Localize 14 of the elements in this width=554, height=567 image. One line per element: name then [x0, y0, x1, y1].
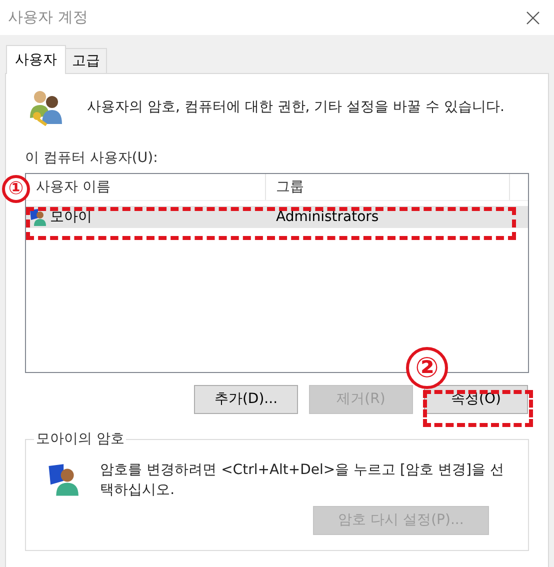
table-cell-text: Administrators: [275, 208, 379, 226]
tab[interactable]: 고급: [66, 48, 107, 73]
step-number: ①: [2, 175, 30, 203]
close-icon[interactable]: [526, 10, 540, 24]
user-computer-icon: [28, 207, 48, 227]
window-title: 사용자 계정: [8, 7, 88, 28]
column-header[interactable]: 그룹: [266, 174, 510, 200]
table-cell-text: 모아이: [50, 208, 92, 226]
password-message: 암호를 변경하려면 <Ctrl+Alt+Del>을 누르고 [암호 변경]을 선택하십시오.: [100, 461, 505, 500]
users-key-icon: [27, 88, 65, 126]
dialog-button[interactable]: 추가(D)...: [194, 385, 298, 414]
intro-text: 사용자의 암호, 컴퓨터에 대한 권한, 기타 설정을 바꿀 수 있습니다.: [87, 98, 504, 116]
tab[interactable]: 사용자: [6, 45, 66, 74]
users-label: 이 컴퓨터 사용자(U):: [25, 149, 158, 168]
